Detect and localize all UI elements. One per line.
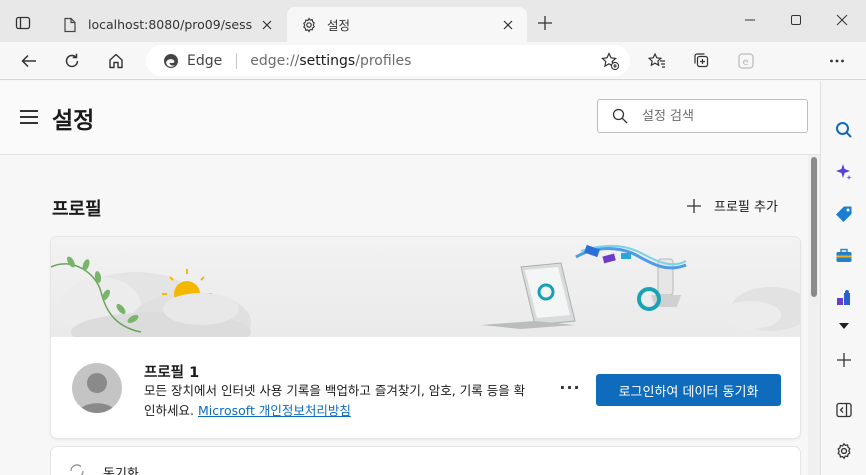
sidebar-games-button[interactable] bbox=[829, 283, 859, 313]
plus-icon bbox=[687, 198, 701, 213]
edge-logo-icon bbox=[164, 53, 178, 68]
edge-label: Edge bbox=[187, 52, 223, 69]
svg-text:e: e bbox=[743, 57, 749, 68]
refresh-button[interactable] bbox=[57, 46, 87, 76]
gear-icon bbox=[837, 442, 851, 460]
sidebar-tools-button[interactable] bbox=[829, 241, 859, 271]
page-scrollbar[interactable] bbox=[808, 155, 820, 475]
add-profile-button[interactable]: 프로필 추가 bbox=[686, 196, 778, 215]
close-window-button[interactable] bbox=[820, 6, 864, 34]
profile-card: 프로필 1 모든 장치에서 인터넷 사용 기록을 백업하고 즐겨찾기, 암호, … bbox=[51, 237, 800, 438]
sidebar-search-button[interactable] bbox=[829, 115, 859, 145]
tab-title: localhost:8080/pro09/sess bbox=[88, 17, 253, 32]
sparkle-icon bbox=[836, 164, 852, 180]
sync-icon bbox=[70, 464, 84, 475]
minimize-icon bbox=[745, 19, 755, 21]
sidebar-add-button[interactable] bbox=[829, 345, 859, 375]
sidebar-settings-button[interactable] bbox=[829, 436, 859, 466]
ie-mode-button[interactable]: e bbox=[731, 46, 761, 76]
chess-icon bbox=[837, 290, 850, 305]
sync-settings-label: 동기화 bbox=[103, 467, 139, 475]
profile-description: 모든 장치에서 인터넷 사용 기록을 백업하고 즐겨찾기, 암호, 기록 등을 … bbox=[144, 381, 534, 421]
refresh-icon bbox=[65, 53, 79, 68]
back-arrow-icon bbox=[21, 54, 36, 68]
edge-sidebar bbox=[820, 81, 866, 475]
home-icon bbox=[109, 53, 123, 69]
add-favorite-button[interactable] bbox=[600, 51, 620, 71]
search-icon bbox=[612, 108, 628, 124]
toolbox-icon bbox=[836, 248, 852, 262]
profile-name: 프로필 1 bbox=[144, 365, 200, 381]
page-icon bbox=[62, 17, 78, 33]
back-button[interactable] bbox=[14, 46, 44, 76]
sidebar-hide-button[interactable] bbox=[829, 395, 859, 425]
close-icon bbox=[836, 14, 848, 26]
navigation-toolbar: Edge edge://settings/profiles e bbox=[0, 42, 866, 114]
favorites-button[interactable] bbox=[642, 46, 672, 76]
close-tab-icon[interactable] bbox=[495, 12, 521, 38]
profile-more-options-button[interactable]: ··· bbox=[557, 375, 583, 399]
sidebar-shopping-button[interactable] bbox=[829, 199, 859, 229]
profile-banner-illustration bbox=[51, 237, 800, 337]
page-title: 설정 bbox=[52, 108, 95, 134]
sync-settings-item[interactable]: 동기화 bbox=[51, 447, 800, 475]
url-path: /profiles bbox=[355, 52, 412, 69]
search-icon bbox=[836, 122, 852, 138]
home-button[interactable] bbox=[101, 46, 131, 76]
tab-actions-icon bbox=[15, 16, 31, 30]
sidebar-copilot-button[interactable] bbox=[829, 157, 859, 187]
tab-title: 설정 bbox=[327, 18, 351, 33]
menu-icon[interactable] bbox=[20, 110, 38, 124]
maximize-button[interactable] bbox=[774, 6, 818, 34]
person-icon bbox=[78, 373, 116, 413]
favorites-icon bbox=[647, 52, 665, 68]
tab-actions-button[interactable] bbox=[8, 8, 38, 38]
settings-header: 설정 bbox=[0, 81, 820, 155]
collections-button[interactable] bbox=[687, 46, 717, 76]
gear-icon bbox=[301, 17, 317, 33]
settings-and-more-button[interactable] bbox=[822, 46, 852, 76]
url-scheme: edge:// bbox=[250, 52, 300, 69]
plus-icon bbox=[837, 353, 851, 367]
maximize-icon bbox=[791, 15, 801, 25]
sidebar-more-button[interactable] bbox=[829, 311, 859, 341]
privacy-link[interactable]: Microsoft 개인정보처리방침 bbox=[198, 403, 351, 418]
ie-mode-icon: e bbox=[738, 53, 754, 69]
add-profile-label: 프로필 추가 bbox=[714, 200, 778, 215]
sign-in-sync-button[interactable]: 로그인하여 데이터 동기화 bbox=[596, 374, 781, 406]
star-add-icon bbox=[601, 52, 620, 71]
address-bar[interactable]: Edge edge://settings/profiles bbox=[146, 45, 630, 76]
section-title-profiles: 프로필 bbox=[52, 199, 102, 220]
profile-avatar bbox=[72, 363, 122, 413]
tag-icon bbox=[836, 206, 852, 222]
profile-row: 프로필 1 모든 장치에서 인터넷 사용 기록을 백업하고 즐겨찾기, 암호, … bbox=[51, 337, 800, 438]
tab-strip: localhost:8080/pro09/sess 설정 bbox=[0, 0, 866, 42]
minimize-button[interactable] bbox=[728, 6, 772, 34]
close-tab-icon[interactable] bbox=[254, 12, 280, 38]
settings-search-box[interactable] bbox=[597, 99, 808, 133]
address-separator bbox=[236, 52, 238, 69]
new-tab-button[interactable] bbox=[532, 10, 558, 36]
tab-localhost[interactable]: localhost:8080/pro09/sess bbox=[48, 7, 286, 42]
collections-icon bbox=[694, 53, 709, 68]
url-host: settings bbox=[299, 52, 356, 69]
more-horizontal-icon bbox=[830, 59, 844, 63]
panel-collapse-icon bbox=[836, 402, 852, 418]
scrollbar-thumb[interactable] bbox=[811, 157, 817, 297]
chevron-down-icon bbox=[839, 323, 849, 329]
tab-settings[interactable]: 설정 bbox=[287, 7, 527, 42]
search-input[interactable] bbox=[642, 108, 792, 124]
url-text[interactable]: edge://settings/profiles bbox=[250, 53, 411, 69]
plus-icon bbox=[538, 16, 552, 30]
